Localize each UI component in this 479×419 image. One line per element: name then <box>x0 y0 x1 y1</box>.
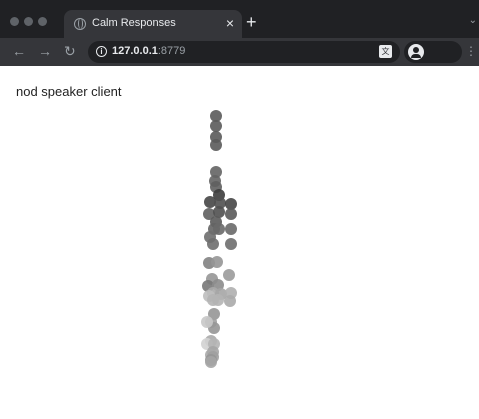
dot <box>207 238 219 250</box>
dot-visualization <box>201 110 237 368</box>
dot <box>225 208 237 220</box>
dot <box>210 139 222 151</box>
dot <box>223 269 235 281</box>
dot <box>205 356 217 368</box>
dot <box>225 223 237 235</box>
dot <box>201 316 213 328</box>
dot <box>210 120 222 132</box>
dot <box>224 295 236 307</box>
dot <box>212 294 224 306</box>
dot <box>225 238 237 250</box>
dot <box>211 256 223 268</box>
dot <box>213 223 225 235</box>
